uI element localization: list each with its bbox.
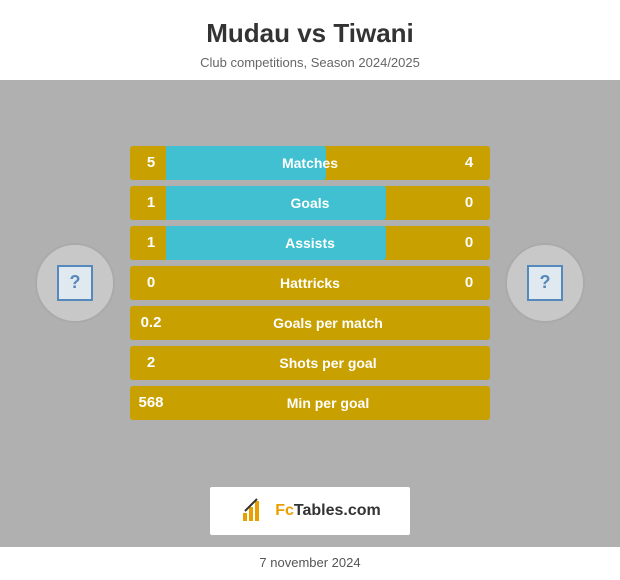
stat-row-goals-per-match: 0.2Goals per match — [130, 306, 490, 340]
page-title: Mudau vs Tiwani — [10, 18, 610, 49]
stat-left-val-shots-per-goal: 2 — [130, 354, 166, 371]
subtitle: Club competitions, Season 2024/2025 — [10, 55, 610, 70]
right-player-avatar: ? — [505, 243, 585, 323]
stat-label-matches: Matches — [166, 155, 454, 171]
main-content: ? 5Matches41Goals01Assists00Hattricks00.… — [0, 80, 620, 477]
left-player-avatar: ? — [35, 243, 115, 323]
stat-label-goals-per-match: Goals per match — [166, 315, 490, 331]
stat-label-min-per-goal: Min per goal — [166, 395, 490, 411]
stat-left-val-hattricks: 0 — [130, 274, 166, 291]
stat-label-assists: Assists — [166, 235, 454, 251]
right-player-card: ? — [490, 243, 600, 323]
logo-icon — [239, 497, 267, 525]
header: Mudau vs Tiwani Club competitions, Seaso… — [0, 0, 620, 80]
stat-right-val-goals: 0 — [454, 194, 490, 211]
stat-left-val-matches: 5 — [130, 154, 166, 171]
stat-label-shots-per-goal: Shots per goal — [166, 355, 490, 371]
stat-left-val-assists: 1 — [130, 234, 166, 251]
stat-left-val-goals-per-match: 0.2 — [130, 314, 166, 331]
left-avatar-placeholder: ? — [57, 265, 93, 301]
stat-row-assists: 1Assists0 — [130, 226, 490, 260]
stat-row-min-per-goal: 568Min per goal — [130, 386, 490, 420]
stat-right-val-assists: 0 — [454, 234, 490, 251]
footer-logo: FcTables.com — [210, 487, 410, 535]
left-player-card: ? — [20, 243, 130, 323]
date-footer: 7 november 2024 — [0, 547, 620, 580]
stat-row-matches: 5Matches4 — [130, 146, 490, 180]
stat-left-val-min-per-goal: 568 — [130, 394, 166, 411]
stats-container: 5Matches41Goals01Assists00Hattricks00.2G… — [130, 146, 490, 420]
right-avatar-placeholder: ? — [527, 265, 563, 301]
stat-row-hattricks: 0Hattricks0 — [130, 266, 490, 300]
bottom-section: FcTables.com — [0, 477, 620, 547]
stat-label-hattricks: Hattricks — [166, 275, 454, 291]
stat-label-goals: Goals — [166, 195, 454, 211]
stat-row-shots-per-goal: 2Shots per goal — [130, 346, 490, 380]
date-label: 7 november 2024 — [259, 555, 360, 570]
stat-row-goals: 1Goals0 — [130, 186, 490, 220]
stat-right-val-hattricks: 0 — [454, 274, 490, 291]
stat-left-val-goals: 1 — [130, 194, 166, 211]
stat-right-val-matches: 4 — [454, 154, 490, 171]
logo-text: FcTables.com — [275, 502, 381, 520]
